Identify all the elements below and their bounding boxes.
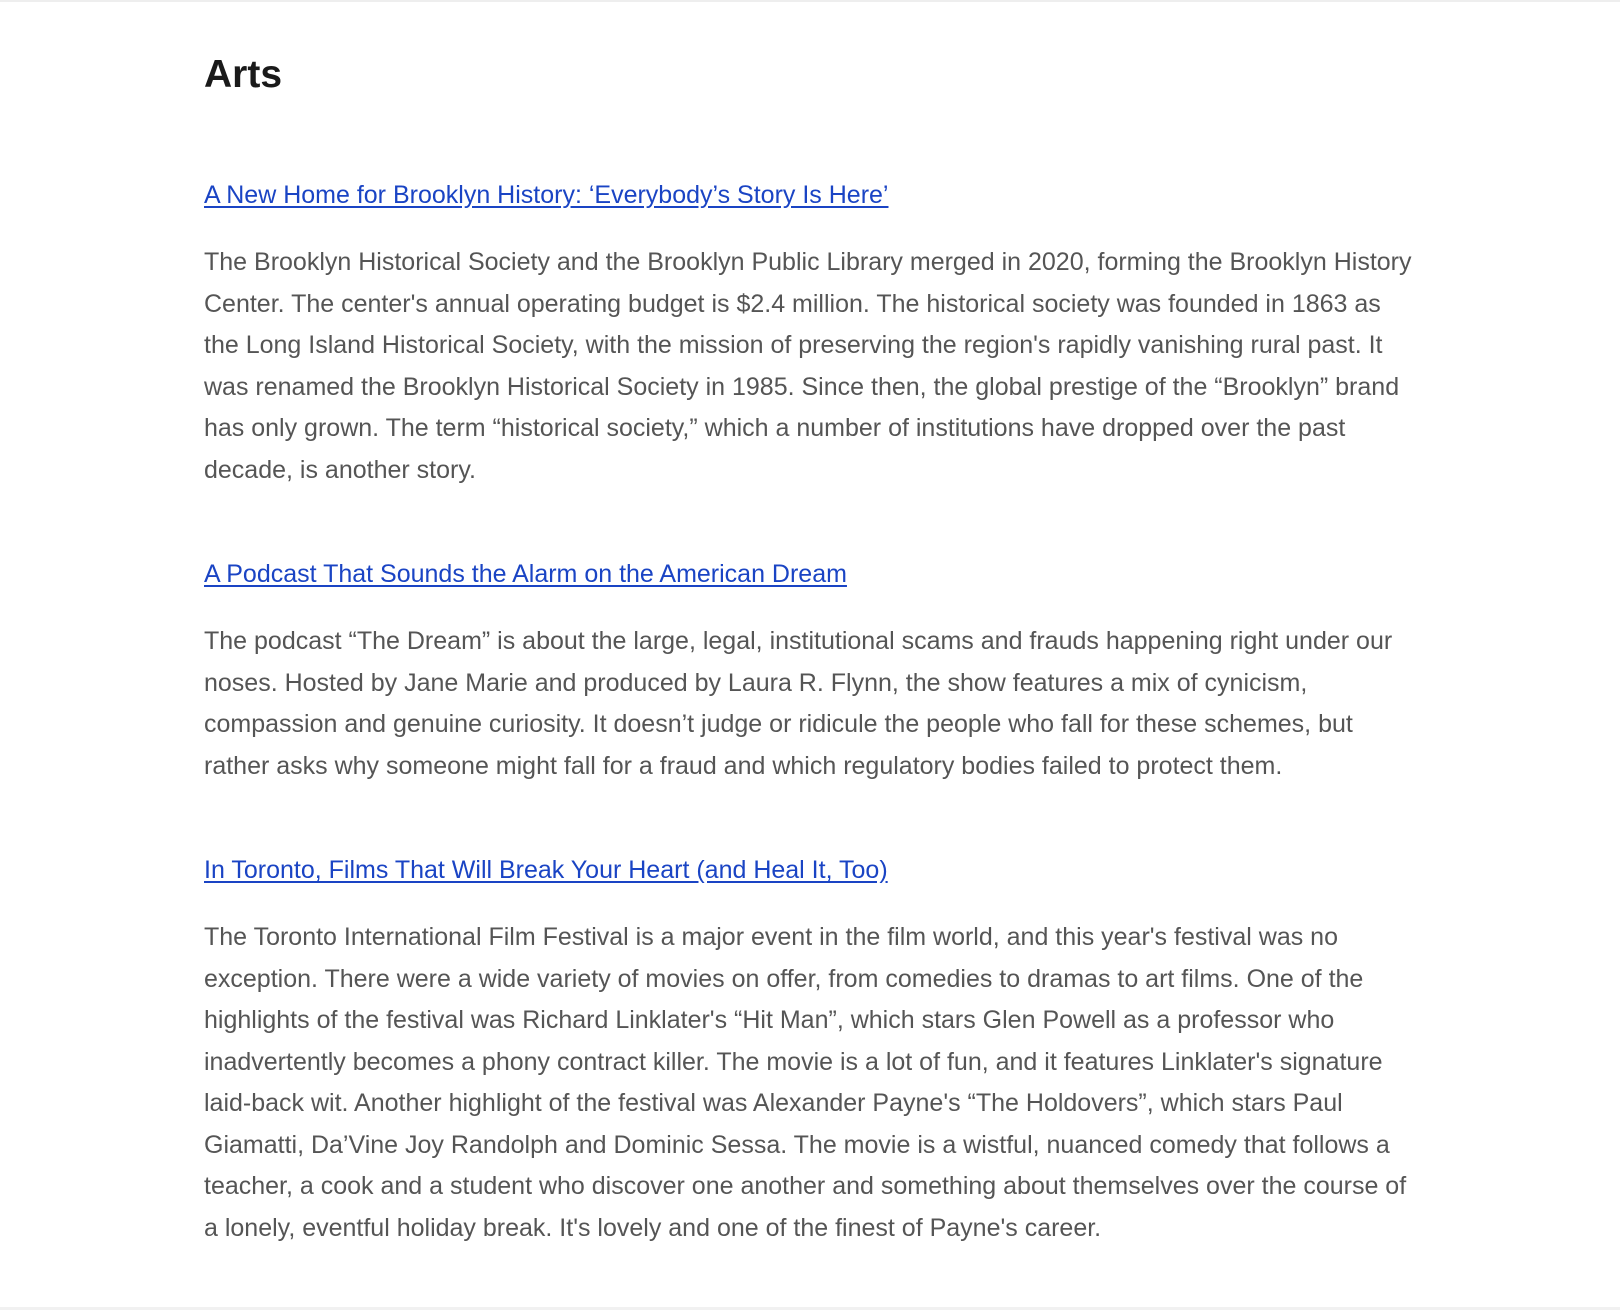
article-title-link[interactable]: A Podcast That Sounds the Alarm on the A… [204, 557, 847, 591]
article-summary: The Toronto International Film Festival … [204, 923, 1407, 1242]
article-item: A New Home for Brooklyn History: ‘Everyb… [204, 178, 1416, 491]
article-list: A New Home for Brooklyn History: ‘Everyb… [204, 178, 1416, 1249]
article-summary: The podcast “The Dream” is about the lar… [204, 627, 1393, 780]
section-title: Arts [204, 53, 283, 96]
article-title-link[interactable]: A New Home for Brooklyn History: ‘Everyb… [204, 178, 889, 212]
article-item: A Podcast That Sounds the Alarm on the A… [204, 557, 1416, 787]
article-summary: The Brooklyn Historical Society and the … [204, 248, 1412, 484]
newsletter-content: Arts A New Home for Brooklyn History: ‘E… [204, 0, 1416, 1315]
article-item: In Toronto, Films That Will Break Your H… [204, 853, 1416, 1249]
article-title-link[interactable]: In Toronto, Films That Will Break Your H… [204, 853, 888, 887]
